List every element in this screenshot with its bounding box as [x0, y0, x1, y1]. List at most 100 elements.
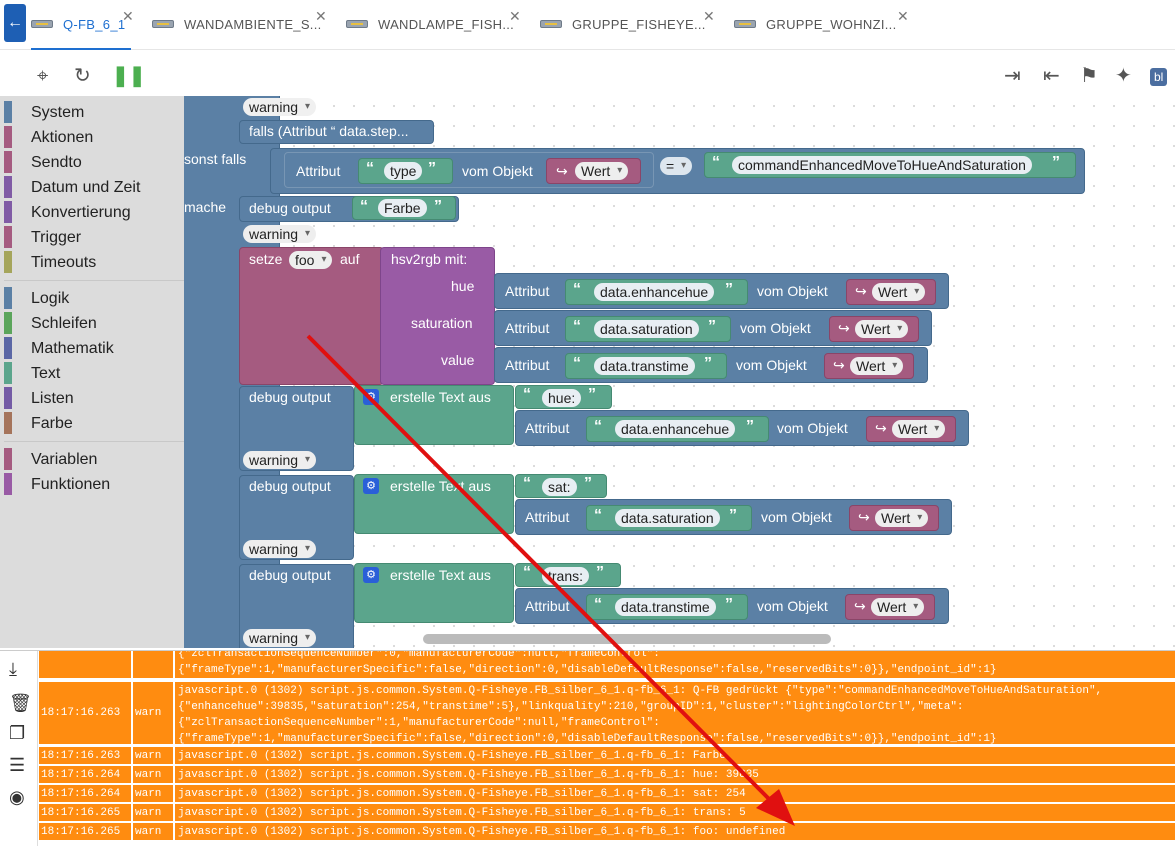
text-value[interactable]: data.enhancehue — [594, 283, 715, 301]
log-row: 18:17:16.264 warn javascript.0 (1302) sc… — [39, 785, 1175, 804]
export-icon[interactable]: ⇥ — [1004, 64, 1021, 88]
warning-dropdown[interactable]: warning — [243, 540, 317, 558]
category-label: Datum und Zeit — [31, 179, 141, 196]
variable-dropdown[interactable]: Wert — [575, 162, 629, 180]
debug-label: debug output — [249, 200, 331, 216]
trash-icon[interactable]: 🗑 — [9, 693, 32, 714]
category-text[interactable]: Text — [0, 361, 184, 386]
tab-gruppe-fisheye[interactable]: GRUPPE_FISHEYE... ✕ — [540, 0, 720, 50]
log-message: javascript.0 (1302) script.js.common.Sys… — [178, 769, 759, 781]
blockly-toggle-button[interactable]: bl — [1150, 68, 1168, 86]
text-value[interactable]: hue: — [542, 389, 582, 407]
text-value[interactable]: data.transtime — [615, 598, 716, 616]
text-value[interactable]: commandEnhancedMoveToHueAndSaturation — [732, 156, 1032, 174]
import-icon[interactable]: ⇤ — [1043, 64, 1060, 88]
variable-arrow-icon: ↪ — [875, 420, 887, 436]
copy-icon[interactable]: ❐ — [9, 723, 25, 744]
tab-q-fb-6-1[interactable]: Q-FB_6_1 ✕ — [31, 0, 134, 50]
warning-dropdown[interactable]: warning — [243, 451, 317, 469]
horizontal-scrollbar[interactable] — [423, 634, 831, 644]
text-value[interactable]: type — [384, 162, 423, 180]
text-value[interactable]: sat: — [542, 478, 577, 496]
download-icon[interactable]: ⤓ — [9, 659, 17, 680]
gear-icon[interactable]: ⚙ — [363, 567, 379, 583]
variable-dropdown[interactable]: Wert — [871, 598, 925, 616]
variable-dropdown[interactable]: Wert — [855, 320, 909, 338]
param-label: hue — [451, 278, 475, 294]
text-value[interactable]: trans: — [542, 567, 590, 585]
category-mathematik[interactable]: Mathematik — [0, 336, 184, 361]
category-swatch — [4, 176, 12, 198]
variable-dropdown[interactable]: Wert — [872, 283, 926, 301]
erstelle-label: erstelle Text aus — [390, 389, 491, 405]
variable-dropdown[interactable]: foo — [289, 251, 333, 269]
blockly-workspace[interactable]: sonst falls mache warning falls (Attribu… — [184, 96, 1175, 648]
category-label: Aktionen — [31, 129, 94, 146]
vom-objekt-label: vom Objekt — [761, 509, 832, 525]
text-value[interactable]: data.transtime — [594, 357, 695, 375]
category-trigger[interactable]: Trigger — [0, 225, 184, 250]
reload-icon[interactable]: ↻ — [74, 64, 91, 88]
category-farbe[interactable]: Farbe — [0, 411, 184, 436]
vom-objekt-label: vom Objekt — [757, 598, 828, 614]
eye-slash-icon[interactable]: ◉ — [9, 787, 25, 808]
list-icon[interactable]: ☰ — [9, 755, 25, 776]
warning-dropdown[interactable]: warning — [243, 225, 317, 243]
crosshair-icon[interactable]: ⌖ — [37, 64, 48, 88]
text-value[interactable]: data.saturation — [615, 509, 720, 527]
checkered-flag-icon[interactable]: ⚑ — [1080, 64, 1098, 88]
log-list[interactable]: {"zclTransactionSequenceNumber":0,"manuf… — [39, 651, 1175, 846]
category-sendto[interactable]: Sendto — [0, 150, 184, 175]
category-swatch — [4, 312, 12, 334]
log-row: 18:17:16.265 warn javascript.0 (1302) sc… — [39, 823, 1175, 842]
sparkle-icon[interactable]: ✦ — [1115, 64, 1132, 88]
category-sidebar: System Aktionen Sendto Datum und Zeit Ko… — [0, 96, 184, 648]
tab-gruppe-wohnzi[interactable]: GRUPPE_WOHNZI... ✕ — [734, 0, 914, 50]
category-datum[interactable]: Datum und Zeit — [0, 175, 184, 200]
gear-icon[interactable]: ⚙ — [363, 389, 379, 405]
vom-objekt-label: vom Objekt — [740, 320, 811, 336]
text-value[interactable]: data.saturation — [594, 320, 699, 338]
column-divider — [173, 682, 175, 744]
variable-dropdown[interactable]: Wert — [892, 420, 946, 438]
category-listen[interactable]: Listen — [0, 386, 184, 411]
text-value[interactable]: data.enhancehue — [615, 420, 736, 438]
gear-icon[interactable]: ⚙ — [363, 478, 379, 494]
close-icon[interactable]: ✕ — [315, 8, 327, 25]
quote-icon: ” — [584, 475, 592, 492]
category-schleifen[interactable]: Schleifen — [0, 311, 184, 336]
script-icon — [540, 20, 562, 28]
variable-dropdown[interactable]: Wert — [850, 357, 904, 375]
tab-label: GRUPPE_WOHNZI... — [766, 17, 897, 32]
warning-dropdown[interactable]: warning — [243, 98, 317, 116]
tab-wandambiente[interactable]: WANDAMBIENTE_S... ✕ — [152, 0, 332, 50]
close-icon[interactable]: ✕ — [509, 8, 521, 25]
log-message: {"zclTransactionSequenceNumber":0,"manuf… — [178, 651, 997, 676]
close-icon[interactable]: ✕ — [122, 8, 134, 25]
category-timeouts[interactable]: Timeouts — [0, 250, 184, 275]
variable-dropdown[interactable]: Wert — [875, 509, 929, 527]
category-aktionen[interactable]: Aktionen — [0, 125, 184, 150]
back-arrow-icon[interactable]: ← — [4, 4, 26, 42]
category-variablen[interactable]: Variablen — [0, 447, 184, 472]
close-icon[interactable]: ✕ — [897, 8, 909, 25]
tab-wandlampe[interactable]: WANDLAMPE_FISH... ✕ — [346, 0, 526, 50]
category-konvertierung[interactable]: Konvertierung — [0, 200, 184, 225]
vom-objekt-label: vom Objekt — [462, 163, 533, 179]
category-system[interactable]: System — [0, 100, 184, 125]
category-funktionen[interactable]: Funktionen — [0, 472, 184, 497]
log-level: warn — [135, 707, 162, 719]
operator-dropdown[interactable]: = — [660, 157, 693, 175]
close-icon[interactable]: ✕ — [703, 8, 715, 25]
pause-icon[interactable]: ❚❚ — [112, 64, 146, 88]
log-time: 18:17:16.265 — [41, 807, 121, 819]
category-label: Sendto — [31, 154, 82, 171]
script-icon — [346, 20, 368, 28]
param-label: saturation — [411, 315, 473, 331]
column-divider — [131, 785, 133, 802]
text-value[interactable]: Farbe — [378, 199, 427, 217]
warning-dropdown[interactable]: warning — [243, 629, 317, 647]
quote-icon: ” — [1052, 154, 1060, 171]
hsv2rgb-label: hsv2rgb mit: — [391, 251, 468, 267]
category-logik[interactable]: Logik — [0, 286, 184, 311]
